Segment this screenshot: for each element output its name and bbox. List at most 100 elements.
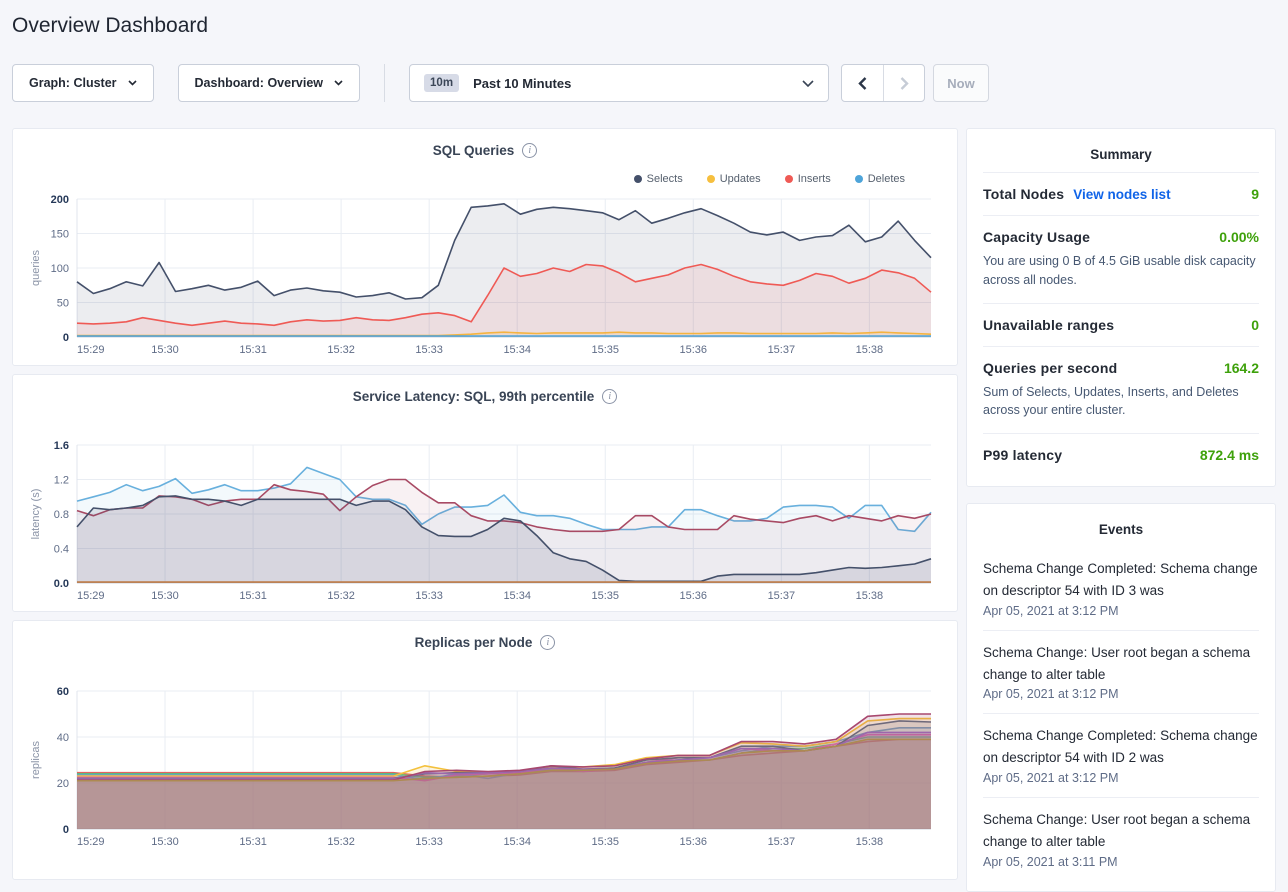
- svg-text:1.2: 1.2: [54, 475, 69, 487]
- time-range-label: Past 10 Minutes: [473, 76, 802, 91]
- chevron-down-icon: [128, 80, 137, 86]
- legend-dot: [785, 175, 793, 183]
- info-icon[interactable]: i: [540, 635, 555, 650]
- svg-text:0: 0: [63, 824, 69, 836]
- qps-value: 164.2: [1224, 360, 1259, 376]
- svg-text:0.0: 0.0: [54, 578, 69, 590]
- summary-row-qps: Queries per second 164.2 Sum of Selects,…: [983, 346, 1259, 434]
- graph-dropdown-label: Graph: Cluster: [29, 76, 117, 90]
- svg-text:15:31: 15:31: [239, 590, 267, 602]
- toolbar: Graph: Cluster Dashboard: Overview 10m P…: [12, 63, 1276, 103]
- summary-row-p99: P99 latency 872.4 ms: [983, 433, 1259, 476]
- summary-row-total-nodes: Total Nodes View nodes list 9: [983, 172, 1259, 215]
- chart-header: SQL Queries i: [27, 141, 943, 159]
- svg-text:15:33: 15:33: [415, 344, 443, 356]
- chart-card-service-latency: Service Latency: SQL, 99th percentile i …: [12, 374, 958, 612]
- svg-text:15:37: 15:37: [768, 590, 796, 602]
- dashboard-dropdown-label: Dashboard: Overview: [195, 76, 324, 90]
- svg-text:15:29: 15:29: [77, 344, 105, 356]
- legend-dot: [634, 175, 642, 183]
- svg-text:0.4: 0.4: [54, 544, 69, 556]
- chevron-down-icon: [802, 80, 814, 87]
- sidebar: Summary Total Nodes View nodes list 9 Ca…: [966, 128, 1276, 892]
- event-timestamp: Apr 05, 2021 at 3:12 PM: [983, 687, 1259, 701]
- events-title: Events: [983, 518, 1259, 547]
- svg-text:15:35: 15:35: [591, 836, 619, 848]
- view-nodes-list-link[interactable]: View nodes list: [1073, 187, 1170, 202]
- prev-range-button[interactable]: [842, 65, 883, 101]
- summary-row-unavailable-ranges: Unavailable ranges 0: [983, 303, 1259, 346]
- service-latency-chart[interactable]: 15:2915:3015:3115:3215:3315:3415:3515:36…: [27, 437, 943, 605]
- chart-title: Replicas per Node: [415, 635, 533, 650]
- page-title: Overview Dashboard: [12, 14, 1276, 38]
- summary-card: Summary Total Nodes View nodes list 9 Ca…: [966, 128, 1276, 487]
- event-item[interactable]: Schema Change Completed: Schema change o…: [983, 547, 1259, 630]
- time-range-badge: 10m: [424, 74, 459, 92]
- chart-card-replicas-per-node: Replicas per Node i 15:2915:3015:3115:32…: [12, 620, 958, 880]
- capacity-usage-label: Capacity Usage: [983, 229, 1090, 245]
- summary-title: Summary: [983, 143, 1259, 172]
- event-timestamp: Apr 05, 2021 at 3:12 PM: [983, 604, 1259, 618]
- svg-text:0: 0: [63, 332, 69, 344]
- legend-dot: [855, 175, 863, 183]
- event-text: Schema Change: User root began a schema …: [983, 809, 1259, 853]
- main-content: SQL Queries i Selects Updates Inserts Delet…: [12, 128, 1276, 892]
- chevron-down-icon: [334, 80, 343, 86]
- event-text: Schema Change: User root began a schema …: [983, 642, 1259, 686]
- graph-dropdown[interactable]: Graph: Cluster: [12, 64, 154, 102]
- replicas-per-node-chart[interactable]: 15:2915:3015:3115:3215:3315:3415:3515:36…: [27, 683, 943, 851]
- svg-text:15:38: 15:38: [856, 590, 884, 602]
- time-range-picker[interactable]: 10m Past 10 Minutes: [409, 64, 829, 102]
- events-card: Events Schema Change Completed: Schema c…: [966, 503, 1276, 892]
- svg-text:15:33: 15:33: [415, 836, 443, 848]
- svg-text:150: 150: [51, 229, 69, 241]
- svg-text:100: 100: [51, 263, 69, 275]
- svg-text:15:31: 15:31: [239, 344, 267, 356]
- svg-text:15:37: 15:37: [768, 836, 796, 848]
- svg-text:15:36: 15:36: [680, 590, 708, 602]
- chart-card-sql-queries: SQL Queries i Selects Updates Inserts Delet…: [12, 128, 958, 366]
- capacity-usage-value: 0.00%: [1219, 229, 1259, 245]
- event-item[interactable]: Schema Change Completed: Schema change o…: [983, 713, 1259, 797]
- svg-text:15:32: 15:32: [327, 836, 355, 848]
- svg-text:15:36: 15:36: [680, 344, 708, 356]
- next-range-button[interactable]: [883, 65, 924, 101]
- svg-text:20: 20: [57, 778, 69, 790]
- info-icon[interactable]: i: [522, 143, 537, 158]
- toolbar-divider: [384, 64, 385, 102]
- svg-text:15:30: 15:30: [151, 590, 179, 602]
- svg-text:15:34: 15:34: [503, 836, 531, 848]
- svg-text:15:34: 15:34: [503, 344, 531, 356]
- svg-text:15:29: 15:29: [77, 590, 105, 602]
- time-step-arrows: [841, 64, 925, 102]
- event-text: Schema Change Completed: Schema change o…: [983, 558, 1259, 602]
- chart-title: SQL Queries: [433, 143, 515, 158]
- event-item[interactable]: Schema Change: User root began a schema …: [983, 630, 1259, 714]
- info-icon[interactable]: i: [602, 389, 617, 404]
- legend-item-selects: Selects: [634, 173, 683, 185]
- svg-text:15:38: 15:38: [856, 836, 884, 848]
- svg-text:50: 50: [57, 298, 69, 310]
- dashboard-dropdown[interactable]: Dashboard: Overview: [178, 64, 361, 102]
- legend-item-inserts: Inserts: [785, 173, 831, 185]
- event-text: Schema Change Completed: Schema change o…: [983, 725, 1259, 769]
- unavailable-ranges-value: 0: [1251, 317, 1259, 333]
- svg-text:1.6: 1.6: [54, 440, 69, 452]
- svg-text:40: 40: [57, 732, 69, 744]
- event-item[interactable]: Schema Change: User root began a schema …: [983, 797, 1259, 881]
- legend-item-deletes: Deletes: [855, 173, 905, 185]
- svg-text:replicas: replicas: [30, 741, 42, 779]
- svg-text:60: 60: [57, 686, 69, 698]
- capacity-usage-description: You are using 0 B of 4.5 GiB usable disk…: [983, 252, 1259, 290]
- unavailable-ranges-label: Unavailable ranges: [983, 317, 1114, 333]
- qps-description: Sum of Selects, Updates, Inserts, and De…: [983, 383, 1259, 421]
- qps-label: Queries per second: [983, 360, 1117, 376]
- svg-text:15:35: 15:35: [591, 590, 619, 602]
- events-list: Schema Change Completed: Schema change o…: [983, 547, 1259, 881]
- total-nodes-label: Total Nodes: [983, 186, 1064, 202]
- svg-text:0.8: 0.8: [54, 509, 69, 521]
- sql-queries-chart[interactable]: 15:2915:3015:3115:3215:3315:3415:3515:36…: [27, 191, 943, 359]
- now-button[interactable]: Now: [933, 64, 989, 102]
- legend-item-updates: Updates: [707, 173, 761, 185]
- total-nodes-value: 9: [1251, 186, 1259, 202]
